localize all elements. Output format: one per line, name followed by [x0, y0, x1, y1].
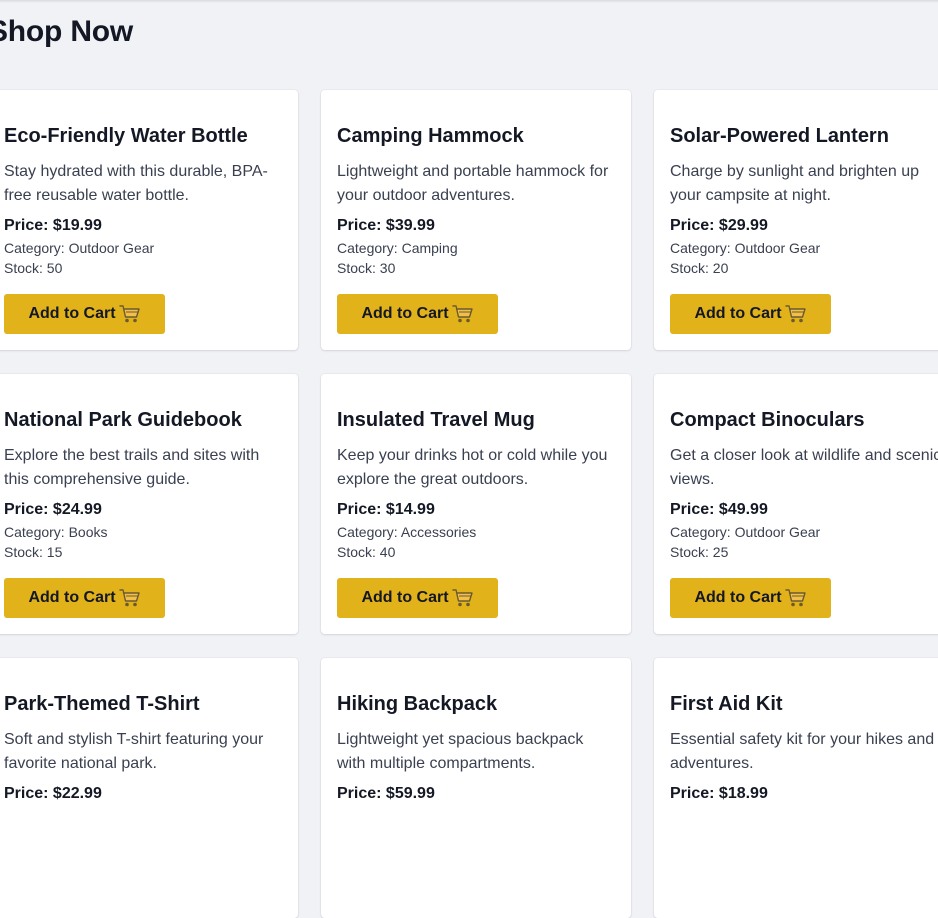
product-stock: Stock: 15	[4, 544, 63, 560]
product-category: Category: Outdoor Gear	[4, 240, 155, 256]
product-description: Lightweight and portable hammock for you…	[337, 163, 609, 204]
product-grid: Eco-Friendly Water Bottle Stay hydrated …	[0, 90, 938, 918]
product-stock: Stock: 25	[670, 544, 729, 560]
product-name: Compact Binoculars	[670, 409, 865, 431]
product-category: Category: Outdoor Gear	[670, 524, 821, 540]
product-category: Category: Outdoor Gear	[670, 240, 821, 256]
product-description: Keep your drinks hot or cold while you e…	[337, 447, 608, 488]
product-card: Camping Hammock Lightweight and portable…	[321, 90, 631, 350]
top-edge-shadow	[0, 0, 938, 3]
add-to-cart-label: Add to Cart	[361, 589, 449, 606]
product-description: Get a closer look at wildlife and scenic…	[670, 447, 938, 488]
product-card: Compact Binoculars Get a closer look at …	[654, 374, 938, 634]
shopping-cart-icon	[451, 589, 473, 607]
product-price: Price: $18.99	[670, 785, 768, 802]
product-name: Solar-Powered Lantern	[670, 125, 889, 147]
product-price: Price: $49.99	[670, 501, 768, 518]
product-price: Price: $19.99	[4, 217, 102, 234]
shopping-cart-icon	[451, 305, 473, 323]
product-card: Hiking Backpack Lightweight yet spacious…	[321, 658, 631, 918]
shopping-cart-icon	[784, 589, 806, 607]
add-to-cart-label: Add to Cart	[361, 305, 449, 322]
product-name: Park-Themed T-Shirt	[4, 693, 200, 715]
add-to-cart-label: Add to Cart	[28, 305, 116, 322]
product-card: Insulated Travel Mug Keep your drinks ho…	[321, 374, 631, 634]
product-stock: Stock: 40	[337, 544, 396, 560]
product-card: Eco-Friendly Water Bottle Stay hydrated …	[0, 90, 298, 350]
shopping-cart-icon	[118, 589, 140, 607]
product-price: Price: $29.99	[670, 217, 768, 234]
product-price: Price: $14.99	[337, 501, 435, 518]
product-card: First Aid Kit Essential safety kit for y…	[654, 658, 938, 918]
shopping-cart-icon	[118, 305, 140, 323]
product-stock: Stock: 50	[4, 260, 63, 276]
page-title: Shop Now	[0, 15, 134, 48]
product-price: Price: $59.99	[337, 785, 435, 802]
product-description: Essential safety kit for your hikes and …	[670, 731, 935, 772]
shopping-cart-icon	[784, 305, 806, 323]
add-to-cart-button[interactable]: Add to Cart	[337, 294, 498, 334]
product-name: Camping Hammock	[337, 125, 524, 147]
product-name: Eco-Friendly Water Bottle	[4, 125, 248, 147]
add-to-cart-label: Add to Cart	[694, 305, 782, 322]
product-stock: Stock: 30	[337, 260, 396, 276]
product-description: Soft and stylish T-shirt featuring your …	[4, 731, 264, 772]
product-name: National Park Guidebook	[4, 409, 242, 431]
add-to-cart-button[interactable]: Add to Cart	[4, 294, 165, 334]
add-to-cart-label: Add to Cart	[28, 589, 116, 606]
add-to-cart-button[interactable]: Add to Cart	[4, 578, 165, 618]
product-description: Explore the best trails and sites with t…	[4, 447, 260, 488]
product-stock: Stock: 20	[670, 260, 729, 276]
product-price: Price: $22.99	[4, 785, 102, 802]
product-name: Hiking Backpack	[337, 693, 498, 715]
add-to-cart-label: Add to Cart	[694, 589, 782, 606]
product-card: Park-Themed T-Shirt Soft and stylish T-s…	[0, 658, 298, 918]
add-to-cart-button[interactable]: Add to Cart	[670, 578, 831, 618]
add-to-cart-button[interactable]: Add to Cart	[670, 294, 831, 334]
product-card: National Park Guidebook Explore the best…	[0, 374, 298, 634]
add-to-cart-button[interactable]: Add to Cart	[337, 578, 498, 618]
product-category: Category: Books	[4, 524, 108, 540]
product-name: Insulated Travel Mug	[337, 409, 535, 431]
product-description: Lightweight yet spacious backpack with m…	[337, 731, 584, 772]
product-description: Stay hydrated with this durable, BPA-fre…	[4, 163, 268, 204]
product-category: Category: Accessories	[337, 524, 477, 540]
product-card: Solar-Powered Lantern Charge by sunlight…	[654, 90, 938, 350]
product-name: First Aid Kit	[670, 693, 783, 715]
product-category: Category: Camping	[337, 240, 458, 256]
product-price: Price: $39.99	[337, 217, 435, 234]
product-description: Charge by sunlight and brighten up your …	[670, 163, 920, 204]
product-price: Price: $24.99	[4, 501, 102, 518]
